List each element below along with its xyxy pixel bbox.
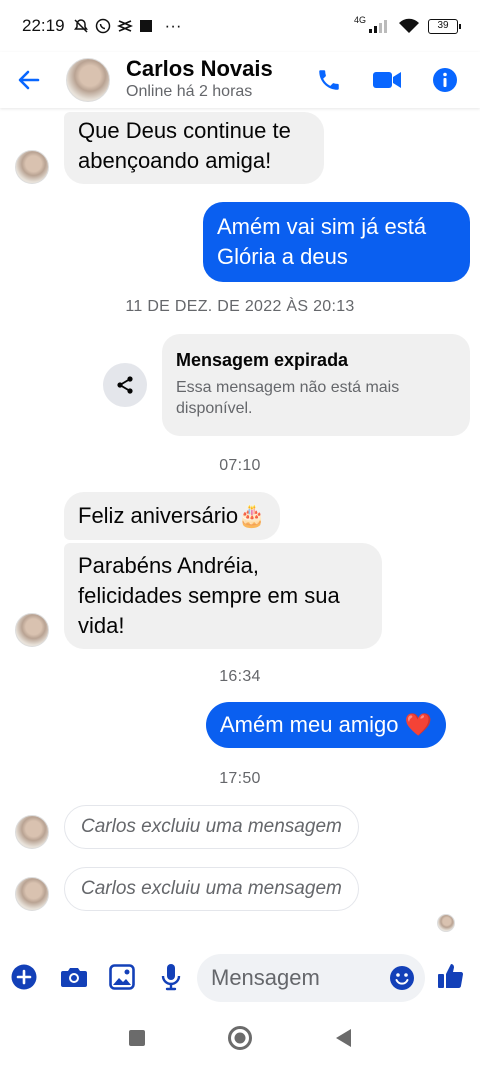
sender-avatar[interactable] <box>15 150 49 184</box>
status-bar: 22:19 ··· 4G 39 <box>0 0 480 52</box>
info-icon[interactable] <box>432 67 458 93</box>
contact-status: Online há 2 horas <box>126 83 253 100</box>
deleted-message-text: Carlos excluiu uma mensagem <box>81 878 342 899</box>
status-more: ··· <box>164 16 182 35</box>
emoji-icon[interactable] <box>389 965 415 991</box>
back-nav-icon[interactable] <box>333 1027 353 1049</box>
recents-icon[interactable] <box>127 1028 147 1048</box>
message-input-placeholder: Mensagem <box>211 965 320 990</box>
chat-header: Carlos Novais Online há 2 horas <box>0 52 480 108</box>
phone-icon[interactable] <box>316 67 342 93</box>
share-button[interactable] <box>103 363 147 407</box>
contact-info[interactable]: Carlos Novais Online há 2 horas <box>126 57 316 103</box>
plus-icon[interactable] <box>11 964 37 990</box>
status-time: 22:19 <box>22 16 65 35</box>
message-composer: Mensagem <box>0 950 480 1006</box>
timestamp: 07:10 <box>219 457 261 474</box>
message-text: Parabéns Andréia, felicidades sempre em … <box>78 553 340 638</box>
deleted-message-text: Carlos excluiu uma mensagem <box>81 816 342 837</box>
contact-avatar[interactable] <box>66 58 110 102</box>
capcut-icon <box>116 20 133 32</box>
message-input[interactable]: Mensagem <box>197 954 425 1002</box>
like-icon[interactable] <box>437 962 465 990</box>
wifi-icon <box>399 18 419 33</box>
timestamp: 16:34 <box>219 668 261 685</box>
android-navigation-bar <box>0 1010 480 1066</box>
signal-icon <box>369 20 387 33</box>
expired-description: Essa mensagem não está mais disponível. <box>176 379 400 417</box>
contact-name: Carlos Novais <box>126 56 273 81</box>
camera-icon[interactable] <box>60 965 88 989</box>
messenger-chat-screen: 22:19 ··· 4G 39 Carlos Novais Online há … <box>0 0 480 1066</box>
incoming-message[interactable]: Feliz aniversário🎂 <box>64 492 280 540</box>
deleted-message[interactable]: Carlos excluiu uma mensagem <box>64 867 359 911</box>
video-icon[interactable] <box>372 69 402 91</box>
message-text: Amém meu amigo ❤️ <box>220 712 433 737</box>
home-icon[interactable] <box>227 1025 253 1051</box>
expired-message-card[interactable]: Mensagem expirada Essa mensagem não está… <box>162 334 470 436</box>
header-actions <box>316 67 458 93</box>
sender-avatar[interactable] <box>15 815 49 849</box>
expired-title: Mensagem expirada <box>176 350 349 370</box>
message-text: Feliz aniversário🎂 <box>78 503 266 528</box>
sender-avatar[interactable] <box>15 613 49 647</box>
status-notification-icons: ··· <box>73 16 182 36</box>
timestamp: 17:50 <box>219 770 261 787</box>
back-button[interactable] <box>16 67 56 93</box>
incoming-message[interactable]: Parabéns Andréia, felicidades sempre em … <box>64 543 382 649</box>
timestamp: 11 DE DEZ. DE 2022 ÀS 20:13 <box>125 298 355 315</box>
mic-icon[interactable] <box>160 963 182 991</box>
back-arrow-icon <box>18 70 40 90</box>
share-icon <box>117 376 133 394</box>
incoming-message[interactable]: Que Deus continue te abençoando amiga! <box>64 112 324 184</box>
seen-receipt-avatar <box>437 914 455 932</box>
whatsapp-icon <box>95 18 110 34</box>
sender-avatar[interactable] <box>15 877 49 911</box>
image-icon[interactable] <box>109 964 135 990</box>
status-system-icons: 4G 39 <box>353 15 461 34</box>
deleted-message[interactable]: Carlos excluiu uma mensagem <box>64 805 359 849</box>
battery-icon: 39 <box>428 18 461 34</box>
message-text: Que Deus continue te abençoando amiga! <box>78 118 291 173</box>
outgoing-message[interactable]: Amém vai sim já está Glória a deus <box>203 202 470 282</box>
message-text: Amém vai sim já está Glória a deus <box>217 214 427 269</box>
square-icon <box>139 20 152 32</box>
outgoing-message[interactable]: Amém meu amigo ❤️ <box>206 702 447 748</box>
network-type: 4G <box>353 15 366 25</box>
muted-bell-icon <box>73 19 88 33</box>
